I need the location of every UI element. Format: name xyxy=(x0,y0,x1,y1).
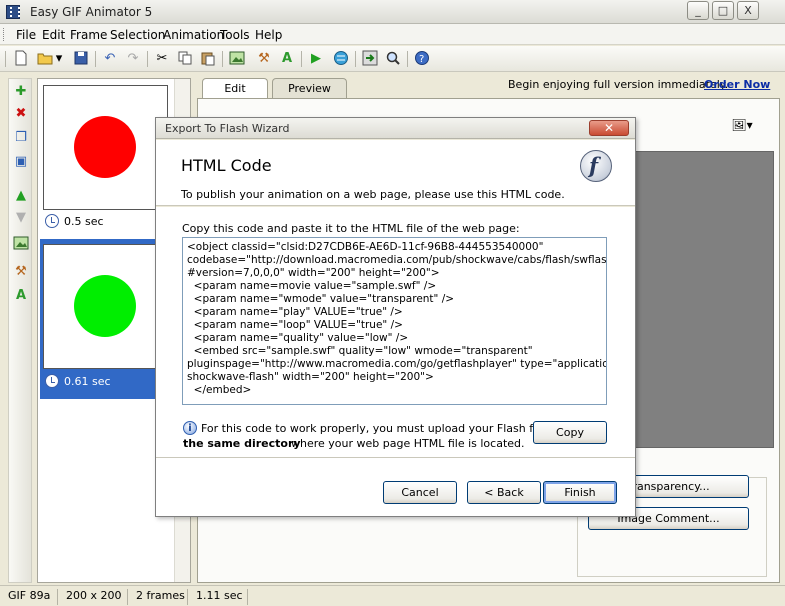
toolbar-separator xyxy=(222,51,223,67)
dialog-title: Export To Flash Wizard xyxy=(165,122,290,135)
app-title: Easy GIF Animator 5 xyxy=(30,5,153,19)
svg-text:?: ? xyxy=(419,54,424,65)
minimize-button[interactable]: _ xyxy=(687,1,709,20)
frame-item-2[interactable]: 0.61 sec xyxy=(40,239,173,399)
help-icon[interactable]: ? xyxy=(413,50,431,68)
promo-text: Begin enjoying full version immediately. xyxy=(508,78,729,91)
magic-wand-icon[interactable]: ⚒ xyxy=(12,263,30,281)
frame-delay[interactable]: 0.5 sec xyxy=(64,215,104,228)
add-frame-icon[interactable]: ✚ xyxy=(12,83,30,101)
redo-icon[interactable]: ↷ xyxy=(124,50,142,68)
toolbar-separator xyxy=(147,51,148,67)
toolbar-separator xyxy=(95,51,96,67)
menu-frame[interactable]: Frame xyxy=(70,28,107,42)
open-dropdown-icon[interactable]: ▾ xyxy=(54,50,64,68)
frame-info: 0.61 sec xyxy=(40,372,173,390)
close-button[interactable]: X xyxy=(737,1,759,20)
menu-animation[interactable]: Animation xyxy=(163,28,224,42)
status-duration: 1.11 sec xyxy=(188,589,248,605)
toolbar-grip xyxy=(5,51,6,67)
insert-frame-icon[interactable]: ▣ xyxy=(12,153,30,171)
info-bold-text: the same directory xyxy=(183,437,301,450)
move-up-icon[interactable]: ▲ xyxy=(12,187,30,205)
edit-canvas[interactable] xyxy=(624,151,774,448)
tab-preview[interactable]: Preview xyxy=(272,78,347,98)
frame-thumbnail[interactable] xyxy=(43,244,168,369)
zoom-icon[interactable] xyxy=(384,50,402,68)
web-preview-icon[interactable] xyxy=(332,50,350,68)
finish-button[interactable]: Finish xyxy=(543,481,617,504)
frame-tools-strip: ✚ ✖ ❐ ▣ ▲ ▼ ⚒ A xyxy=(8,78,32,583)
menu-bar: File Edit Frame Selection Animation Tool… xyxy=(0,24,785,45)
copy-button[interactable]: Copy xyxy=(533,421,607,444)
main-toolbar: ▾ ↶ ↷ ✂ ⚒ A ▶ ? xyxy=(0,46,785,72)
info-icon: i xyxy=(183,421,197,435)
magic-wand-icon[interactable]: ⚒ xyxy=(255,50,273,68)
toolbar-separator xyxy=(301,51,302,67)
copy-icon[interactable] xyxy=(176,50,194,68)
dialog-heading: HTML Code xyxy=(181,156,272,175)
menu-selection[interactable]: Selection xyxy=(110,28,165,42)
text-icon[interactable]: A xyxy=(12,287,30,305)
clock-icon xyxy=(45,214,59,228)
flash-logo-icon: f xyxy=(580,150,612,182)
tab-edit[interactable]: Edit xyxy=(202,78,268,98)
app-titlebar: Easy GIF Animator 5 _ □ X xyxy=(0,0,785,24)
toolbar-separator xyxy=(407,51,408,67)
image-properties-icon[interactable]: 🖼▾ xyxy=(727,115,757,135)
export-icon[interactable] xyxy=(361,50,379,68)
frame-thumbnail[interactable] xyxy=(43,85,168,210)
back-button[interactable]: < Back xyxy=(467,481,541,504)
maximize-button[interactable]: □ xyxy=(712,1,734,20)
green-circle xyxy=(74,275,136,337)
duplicate-frame-icon[interactable]: ❐ xyxy=(12,129,30,147)
open-icon[interactable] xyxy=(36,50,54,68)
status-size: 200 x 200 xyxy=(58,589,128,605)
cancel-button[interactable]: Cancel xyxy=(383,481,457,504)
move-down-icon[interactable]: ▼ xyxy=(12,209,30,227)
dialog-header: HTML Code To publish your animation on a… xyxy=(156,140,635,206)
menu-file[interactable]: File xyxy=(16,28,36,42)
menu-grip xyxy=(3,28,6,41)
status-frames: 2 frames xyxy=(128,589,188,605)
save-icon[interactable] xyxy=(72,50,90,68)
export-to-flash-dialog: Export To Flash Wizard ✕ HTML Code To pu… xyxy=(155,117,636,517)
image-edit-icon[interactable] xyxy=(228,50,246,68)
frame-info: 0.5 sec xyxy=(40,212,173,230)
info-text-continued: where your web page HTML file is located… xyxy=(291,437,525,450)
dialog-separator xyxy=(156,457,635,458)
dialog-subtitle: To publish your animation on a web page,… xyxy=(181,188,565,201)
dialog-titlebar: Export To Flash Wizard ✕ xyxy=(156,118,635,139)
film-strip-icon xyxy=(6,5,20,19)
undo-icon[interactable]: ↶ xyxy=(101,50,119,68)
image-edit-icon[interactable] xyxy=(12,235,30,253)
status-format: GIF 89a xyxy=(0,589,58,605)
html-code-textbox[interactable]: <object classid="clsid:D27CDB6E-AE6D-11c… xyxy=(182,237,607,405)
info-text: For this code to work properly, you must… xyxy=(201,422,561,435)
red-circle xyxy=(74,116,136,178)
status-bar: GIF 89a 200 x 200 2 frames 1.11 sec xyxy=(0,585,785,606)
menu-tools[interactable]: Tools xyxy=(220,28,250,42)
clock-icon xyxy=(45,374,59,388)
text-icon[interactable]: A xyxy=(278,50,296,68)
toolbar-separator xyxy=(355,51,356,67)
copy-instructions: Copy this code and paste it to the HTML … xyxy=(182,222,520,235)
dialog-close-button[interactable]: ✕ xyxy=(589,120,629,136)
frame-item-1[interactable]: 0.5 sec xyxy=(40,83,173,231)
paste-icon[interactable] xyxy=(199,50,217,68)
new-icon[interactable] xyxy=(12,50,30,68)
dialog-body: Copy this code and paste it to the HTML … xyxy=(156,207,635,516)
menu-help[interactable]: Help xyxy=(255,28,282,42)
frame-delay[interactable]: 0.61 sec xyxy=(64,375,111,388)
play-icon[interactable]: ▶ xyxy=(307,50,325,68)
delete-frame-icon[interactable]: ✖ xyxy=(12,105,30,123)
order-now-link[interactable]: Order Now xyxy=(704,78,770,91)
menu-edit[interactable]: Edit xyxy=(42,28,65,42)
cut-icon[interactable]: ✂ xyxy=(153,50,171,68)
